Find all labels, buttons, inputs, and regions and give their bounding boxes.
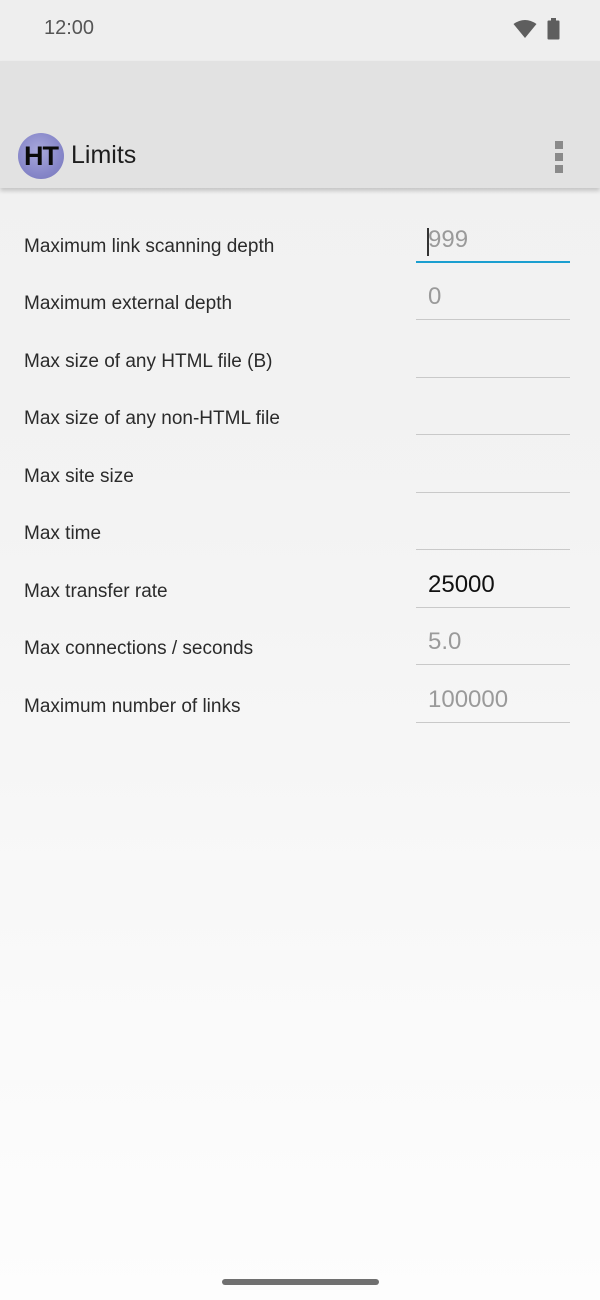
max-transfer-rate-input[interactable] — [416, 563, 570, 608]
more-vert-icon — [555, 141, 563, 149]
field-label: Maximum external depth — [24, 293, 233, 314]
row-max-nonhtml-size: Max size of any non-HTML file — [0, 390, 600, 447]
row-max-site-size: Max site size — [0, 448, 600, 505]
max-nonhtml-size-input[interactable] — [416, 390, 570, 435]
app-bar: HT Limits — [0, 61, 600, 188]
field-label: Max size of any HTML file (B) — [24, 351, 273, 372]
text-cursor — [427, 228, 429, 256]
overflow-menu-button[interactable] — [548, 141, 570, 173]
max-links-input[interactable] — [416, 678, 570, 723]
row-max-external-depth: Maximum external depth — [0, 275, 600, 332]
field-label: Max transfer rate — [24, 581, 168, 602]
row-max-transfer-rate: Max transfer rate — [0, 563, 600, 620]
field-label: Maximum number of links — [24, 696, 241, 717]
row-max-connections: Max connections / seconds — [0, 620, 600, 677]
status-icons — [513, 18, 560, 40]
more-vert-icon-dot — [555, 153, 563, 161]
row-max-link-depth: Maximum link scanning depth — [0, 218, 600, 275]
field-label: Max connections / seconds — [24, 638, 254, 659]
more-vert-icon-dot — [555, 165, 563, 173]
max-time-input[interactable] — [416, 505, 570, 550]
max-html-size-input[interactable] — [416, 333, 570, 378]
max-external-depth-input[interactable] — [416, 275, 570, 320]
field-label: Maximum link scanning depth — [24, 236, 275, 257]
app-logo-text: HT — [24, 141, 59, 171]
max-site-size-input[interactable] — [416, 448, 570, 493]
battery-icon — [547, 18, 560, 40]
home-indicator[interactable] — [222, 1279, 379, 1285]
app-logo: HT — [18, 133, 64, 179]
field-label: Max size of any non-HTML file — [24, 408, 280, 429]
wifi-icon — [513, 20, 537, 38]
page-title: Limits — [71, 141, 137, 169]
max-link-depth-input[interactable] — [416, 218, 570, 263]
field-label: Max time — [24, 523, 102, 544]
row-max-time: Max time — [0, 505, 600, 562]
status-time: 12:00 — [44, 17, 95, 39]
field-label: Max site size — [24, 466, 134, 487]
row-max-links: Maximum number of links — [0, 678, 600, 735]
row-max-html-size: Max size of any HTML file (B) — [0, 333, 600, 390]
status-bar: 12:00 — [0, 0, 600, 61]
max-connections-input[interactable] — [416, 620, 570, 665]
